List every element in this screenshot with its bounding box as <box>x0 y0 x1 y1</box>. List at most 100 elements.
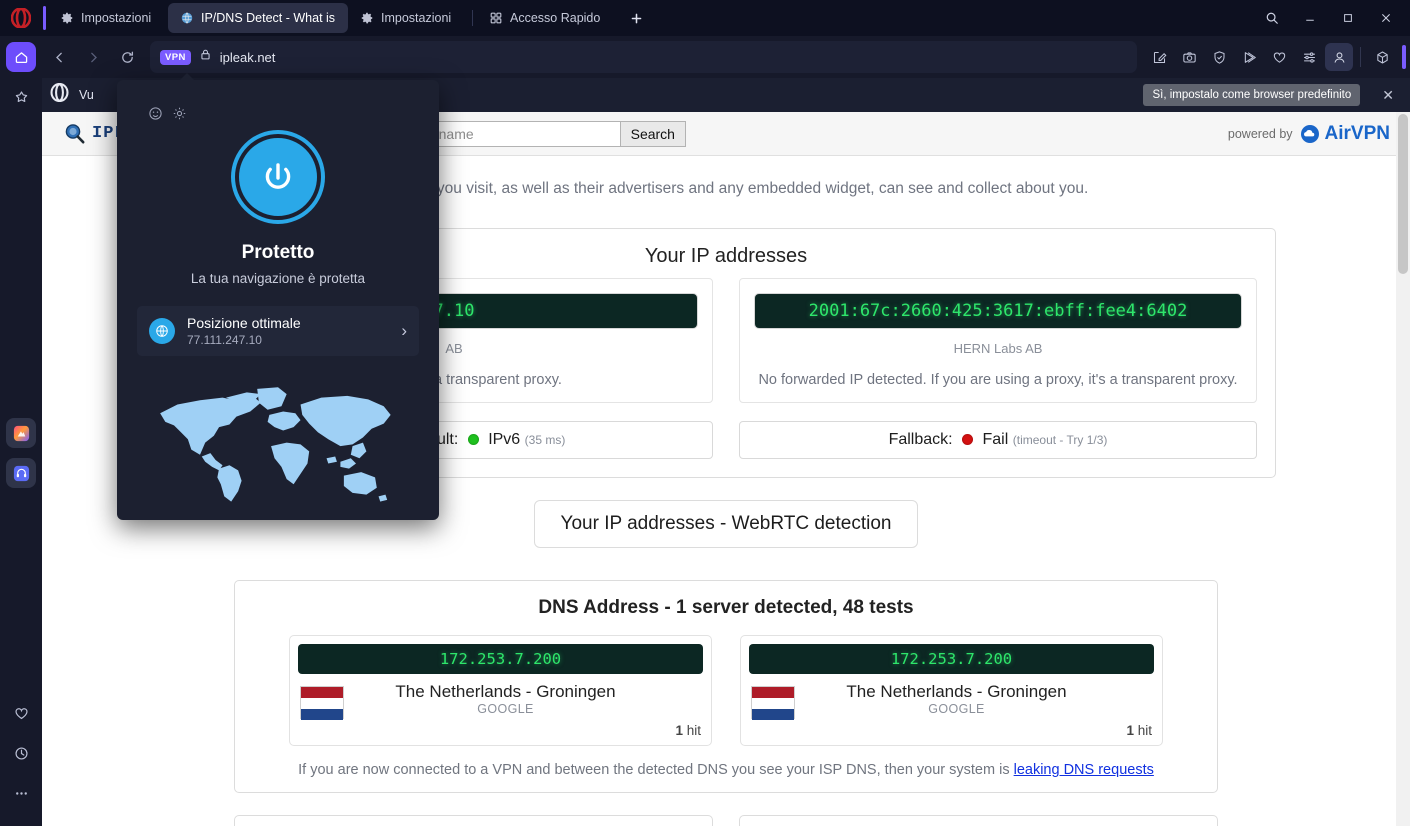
vpn-location-texts: Posizione ottimale 77.111.247.10 <box>187 315 389 347</box>
bottom-panel-right <box>739 815 1218 826</box>
reload-button[interactable] <box>112 42 142 72</box>
dns-org: GOOGLE <box>477 702 534 717</box>
status-dot-red <box>962 433 974 445</box>
status-dot-green <box>467 433 479 445</box>
sidebar-item-more[interactable] <box>6 778 36 808</box>
address-bar[interactable]: VPN ipleak.net <box>150 41 1137 73</box>
webrtc-detection-button[interactable]: Your IP addresses - WebRTC detection <box>533 500 919 549</box>
profile-icon[interactable] <box>1325 43 1353 71</box>
ip-value-box[interactable]: 2001:67c:2660:425:3617:ebff:fee4:6402 <box>754 293 1242 330</box>
ipv6-isp: HERN Labs AB <box>953 341 1043 357</box>
vpn-status-subtitle: La tua navigazione è protetta <box>190 271 366 286</box>
workspaces-icon[interactable] <box>1368 43 1396 71</box>
tab-label: Accesso Rapido <box>510 11 601 25</box>
gear-icon <box>360 11 374 25</box>
page-scrollbar[interactable]: ▲ <box>1396 112 1410 826</box>
sidebar-item-player[interactable] <box>6 458 36 488</box>
tab-separator <box>472 10 473 26</box>
notification-left: Vu <box>50 82 94 107</box>
sidebar-item-bookmark[interactable] <box>6 82 36 112</box>
sidebar-item-aria[interactable] <box>6 418 36 448</box>
airvpn-brand[interactable]: AirVPN <box>1300 123 1390 145</box>
powered-by-label: powered by <box>1227 126 1293 141</box>
vpn-location-ip: 77.111.247.10 <box>187 333 262 347</box>
globe-icon <box>149 318 175 344</box>
sidebar-item-history[interactable] <box>6 738 36 768</box>
dns-ip-box[interactable]: 172.253.7.200 <box>749 644 1154 675</box>
minimize-button[interactable] <box>1292 3 1328 33</box>
netherlands-flag-icon <box>300 686 344 721</box>
vpn-location-row[interactable]: Posizione ottimale 77.111.247.10 › <box>137 306 419 356</box>
lock-icon[interactable] <box>199 48 212 66</box>
tab-strip: Impostazioni IP/DNS Detect - What is y I… <box>0 0 1410 36</box>
dns-ip-box[interactable]: 172.253.7.200 <box>298 644 703 675</box>
vpn-indicator-bar <box>1402 45 1406 69</box>
dns-hit-count: 1 <box>675 723 683 739</box>
heart-icon[interactable] <box>1265 43 1293 71</box>
back-button[interactable] <box>44 42 74 72</box>
sidebar-item-favorites[interactable] <box>6 698 36 728</box>
gear-icon[interactable] <box>172 106 188 122</box>
tab-label: Impostazioni <box>381 11 452 25</box>
dns-location: The Netherlands - Groningen <box>395 682 616 702</box>
bottom-panel-left <box>234 815 713 826</box>
fallback-status: Fallback: Fail (timeout - Try 1/3) <box>739 421 1257 460</box>
snapshot-icon[interactable] <box>1175 43 1203 71</box>
new-tab-button[interactable] <box>622 4 650 32</box>
tab-impostazioni-1[interactable]: Impostazioni <box>43 3 168 33</box>
netherlands-flag-icon <box>751 686 795 721</box>
opera-logo <box>0 0 42 36</box>
shield-icon[interactable] <box>1205 43 1233 71</box>
notification-text: Vu <box>79 88 94 102</box>
tab-label: Impostazioni <box>81 11 152 25</box>
vpn-power-button[interactable] <box>235 134 321 220</box>
status-detail: (timeout - Try 1/3) <box>1012 433 1108 448</box>
dns-server-card: 172.253.7.200 The Netherlands - Groninge… <box>740 635 1163 747</box>
vpn-popup-toolbar <box>117 80 439 122</box>
status-detail: (35 ms) <box>524 433 566 448</box>
sidebar-item-home[interactable] <box>6 42 36 72</box>
toolbar-divider <box>1360 47 1361 67</box>
bottom-panels <box>234 815 1218 826</box>
close-button[interactable] <box>1368 3 1404 33</box>
easy-setup-icon[interactable] <box>1295 43 1323 71</box>
vpn-badge[interactable]: VPN <box>160 49 191 65</box>
ipv6-note: No forwarded IP detected. If you are usi… <box>758 372 1238 389</box>
window-controls <box>1254 0 1410 36</box>
powered-by: powered by AirVPN <box>1228 123 1390 145</box>
set-default-browser-button[interactable]: Sì, impostalo come browser predefinito <box>1143 84 1361 106</box>
dns-hit-label: hit <box>1137 723 1152 739</box>
vpn-power-wrap <box>117 134 439 220</box>
scrollbar-thumb[interactable] <box>1398 114 1408 274</box>
dns-org: GOOGLE <box>928 702 985 717</box>
leaking-dns-link[interactable]: leaking DNS requests <box>1014 762 1154 778</box>
close-icon[interactable]: ✕ <box>1374 87 1402 104</box>
left-sidebar <box>0 36 42 826</box>
dns-hits: 1 hit <box>290 723 711 745</box>
tab-impostazioni-2[interactable]: Impostazioni <box>348 3 468 33</box>
dns-card-body: The Netherlands - Groningen GOOGLE <box>741 674 1162 723</box>
tab-accesso-rapido[interactable]: Accesso Rapido <box>477 3 612 33</box>
vpn-popup-panel: Protetto La tua navigazione è protetta P… <box>117 73 439 520</box>
edit-page-icon[interactable] <box>1145 43 1173 71</box>
opera-mark-icon <box>50 82 69 107</box>
tab-ip-dns-detect[interactable]: IP/DNS Detect - What is y <box>168 3 348 33</box>
search-button[interactable]: Search <box>619 120 686 147</box>
ipv6-column: 2001:67c:2660:425:3617:ebff:fee4:6402 HE… <box>739 278 1257 404</box>
smiley-icon[interactable] <box>148 106 164 122</box>
navigation-bar: VPN ipleak.net <box>0 36 1410 78</box>
status-value: Fail <box>982 431 1009 449</box>
dns-card-texts: The Netherlands - Groningen GOOGLE <box>354 682 657 716</box>
airvpn-cloud-icon <box>1300 124 1319 143</box>
ipv6-value: 2001:67c:2660:425:3617:ebff:fee4:6402 <box>808 301 1188 322</box>
dns-hits: 1 hit <box>741 723 1162 745</box>
send-icon[interactable] <box>1235 43 1263 71</box>
globe-icon <box>180 11 194 25</box>
search-icon[interactable] <box>1254 3 1290 33</box>
maximize-button[interactable] <box>1330 3 1366 33</box>
opera-browser-window: Impostazioni IP/DNS Detect - What is y I… <box>0 0 1410 826</box>
forward-button[interactable] <box>78 42 108 72</box>
dns-location: The Netherlands - Groningen <box>846 682 1067 702</box>
world-map-icon <box>139 382 417 512</box>
chevron-right-icon[interactable]: › <box>401 321 407 341</box>
